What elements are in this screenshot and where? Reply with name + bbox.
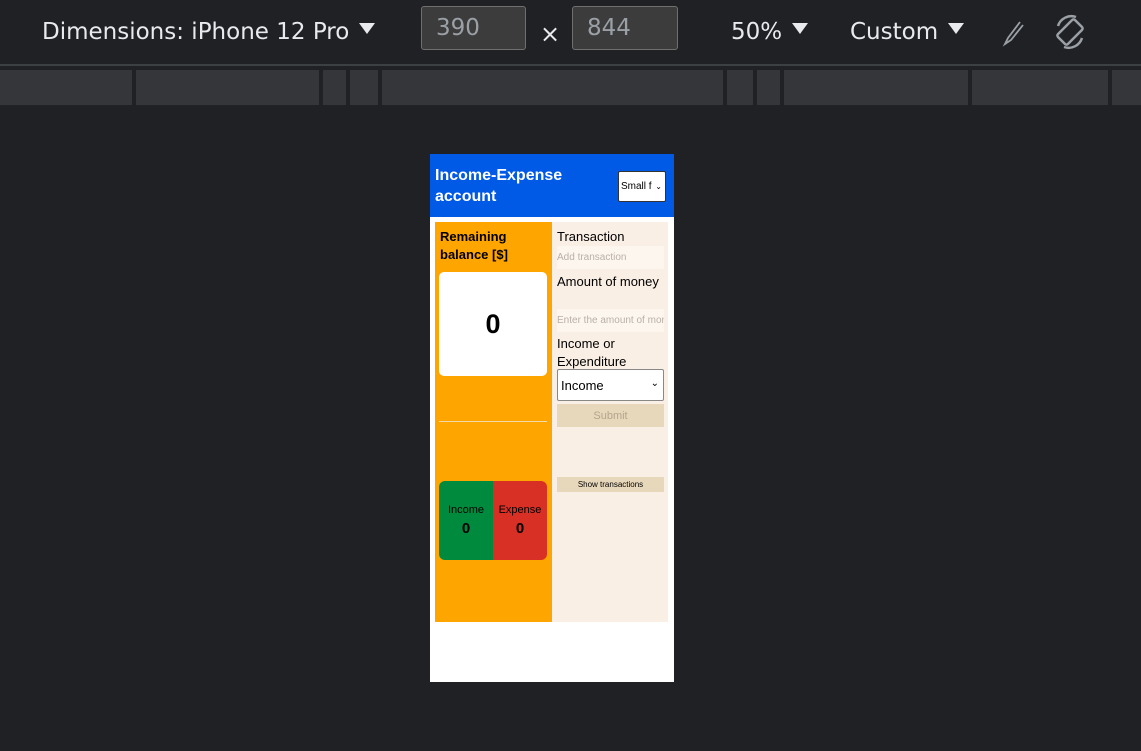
- pen-icon[interactable]: [1000, 0, 1026, 64]
- show-transactions-button[interactable]: Show transactions: [557, 477, 664, 492]
- app-title: Income-Expense account: [435, 167, 563, 205]
- device-viewport: Income-Expense account Small f ⌄ Remaini…: [430, 154, 674, 682]
- amount-input[interactable]: Enter the amount of money: [557, 309, 664, 332]
- balance-value: 0: [439, 272, 547, 376]
- rotate-device-icon[interactable]: [1050, 0, 1090, 64]
- transaction-label: Transaction: [557, 229, 625, 244]
- device-dimensions-dropdown[interactable]: Dimensions: iPhone 12 Pro: [42, 0, 376, 64]
- height-input[interactable]: 844: [572, 6, 678, 50]
- media-query-ruler: [0, 66, 1141, 105]
- expense-value: 0: [515, 520, 525, 537]
- type-select[interactable]: Income ⌄: [557, 369, 664, 401]
- transaction-form: Transaction Add transaction Amount of mo…: [552, 222, 668, 622]
- media-query-bar[interactable]: [1112, 70, 1141, 105]
- income-value: 0: [461, 520, 471, 537]
- income-label: Income: [447, 504, 485, 516]
- chevron-down-icon: ⌄: [655, 182, 662, 191]
- transaction-input[interactable]: Add transaction: [557, 246, 664, 269]
- font-size-select[interactable]: Small f ⌄: [618, 171, 666, 202]
- expense-label: Expense: [498, 504, 542, 516]
- zoom-dropdown[interactable]: 50%: [731, 0, 809, 64]
- amount-label: Amount of money: [557, 274, 659, 289]
- balance-label: Remaining balance [$]: [440, 229, 508, 262]
- divider: [439, 421, 547, 422]
- caret-down-icon: [948, 22, 965, 34]
- submit-button[interactable]: Submit: [557, 404, 664, 427]
- devtools-device-toolbar: Dimensions: iPhone 12 Pro 390 × 844 50% …: [0, 0, 1141, 66]
- media-query-bar[interactable]: [350, 70, 378, 105]
- media-query-bar[interactable]: [382, 70, 723, 105]
- font-size-select-value: Small f: [621, 181, 652, 192]
- media-query-bar[interactable]: [136, 70, 319, 105]
- throttle-dropdown[interactable]: Custom: [850, 0, 965, 64]
- times-separator: ×: [540, 20, 561, 48]
- media-query-bar[interactable]: [784, 70, 968, 105]
- throttle-label: Custom: [850, 19, 939, 45]
- media-query-bar[interactable]: [0, 70, 132, 105]
- caret-down-icon: [359, 22, 376, 34]
- caret-down-icon: [792, 22, 809, 34]
- type-label: Income or Expenditure: [557, 336, 627, 369]
- type-select-value: Income: [561, 377, 604, 393]
- width-input[interactable]: 390: [421, 6, 526, 50]
- expense-summary: Expense 0: [493, 481, 547, 560]
- balance-panel: Remaining balance [$] 0 Income 0 Expense…: [435, 222, 552, 622]
- media-query-bar[interactable]: [972, 70, 1108, 105]
- income-summary: Income 0: [439, 481, 493, 560]
- media-query-bar[interactable]: [757, 70, 780, 105]
- chevron-down-icon: ⌄: [650, 378, 659, 389]
- zoom-label: 50%: [731, 19, 783, 45]
- media-query-bar[interactable]: [727, 70, 753, 105]
- device-dimensions-label: Dimensions: iPhone 12 Pro: [42, 19, 350, 45]
- media-query-bar[interactable]: [323, 70, 346, 105]
- app-header: Income-Expense account Small f ⌄: [430, 154, 674, 217]
